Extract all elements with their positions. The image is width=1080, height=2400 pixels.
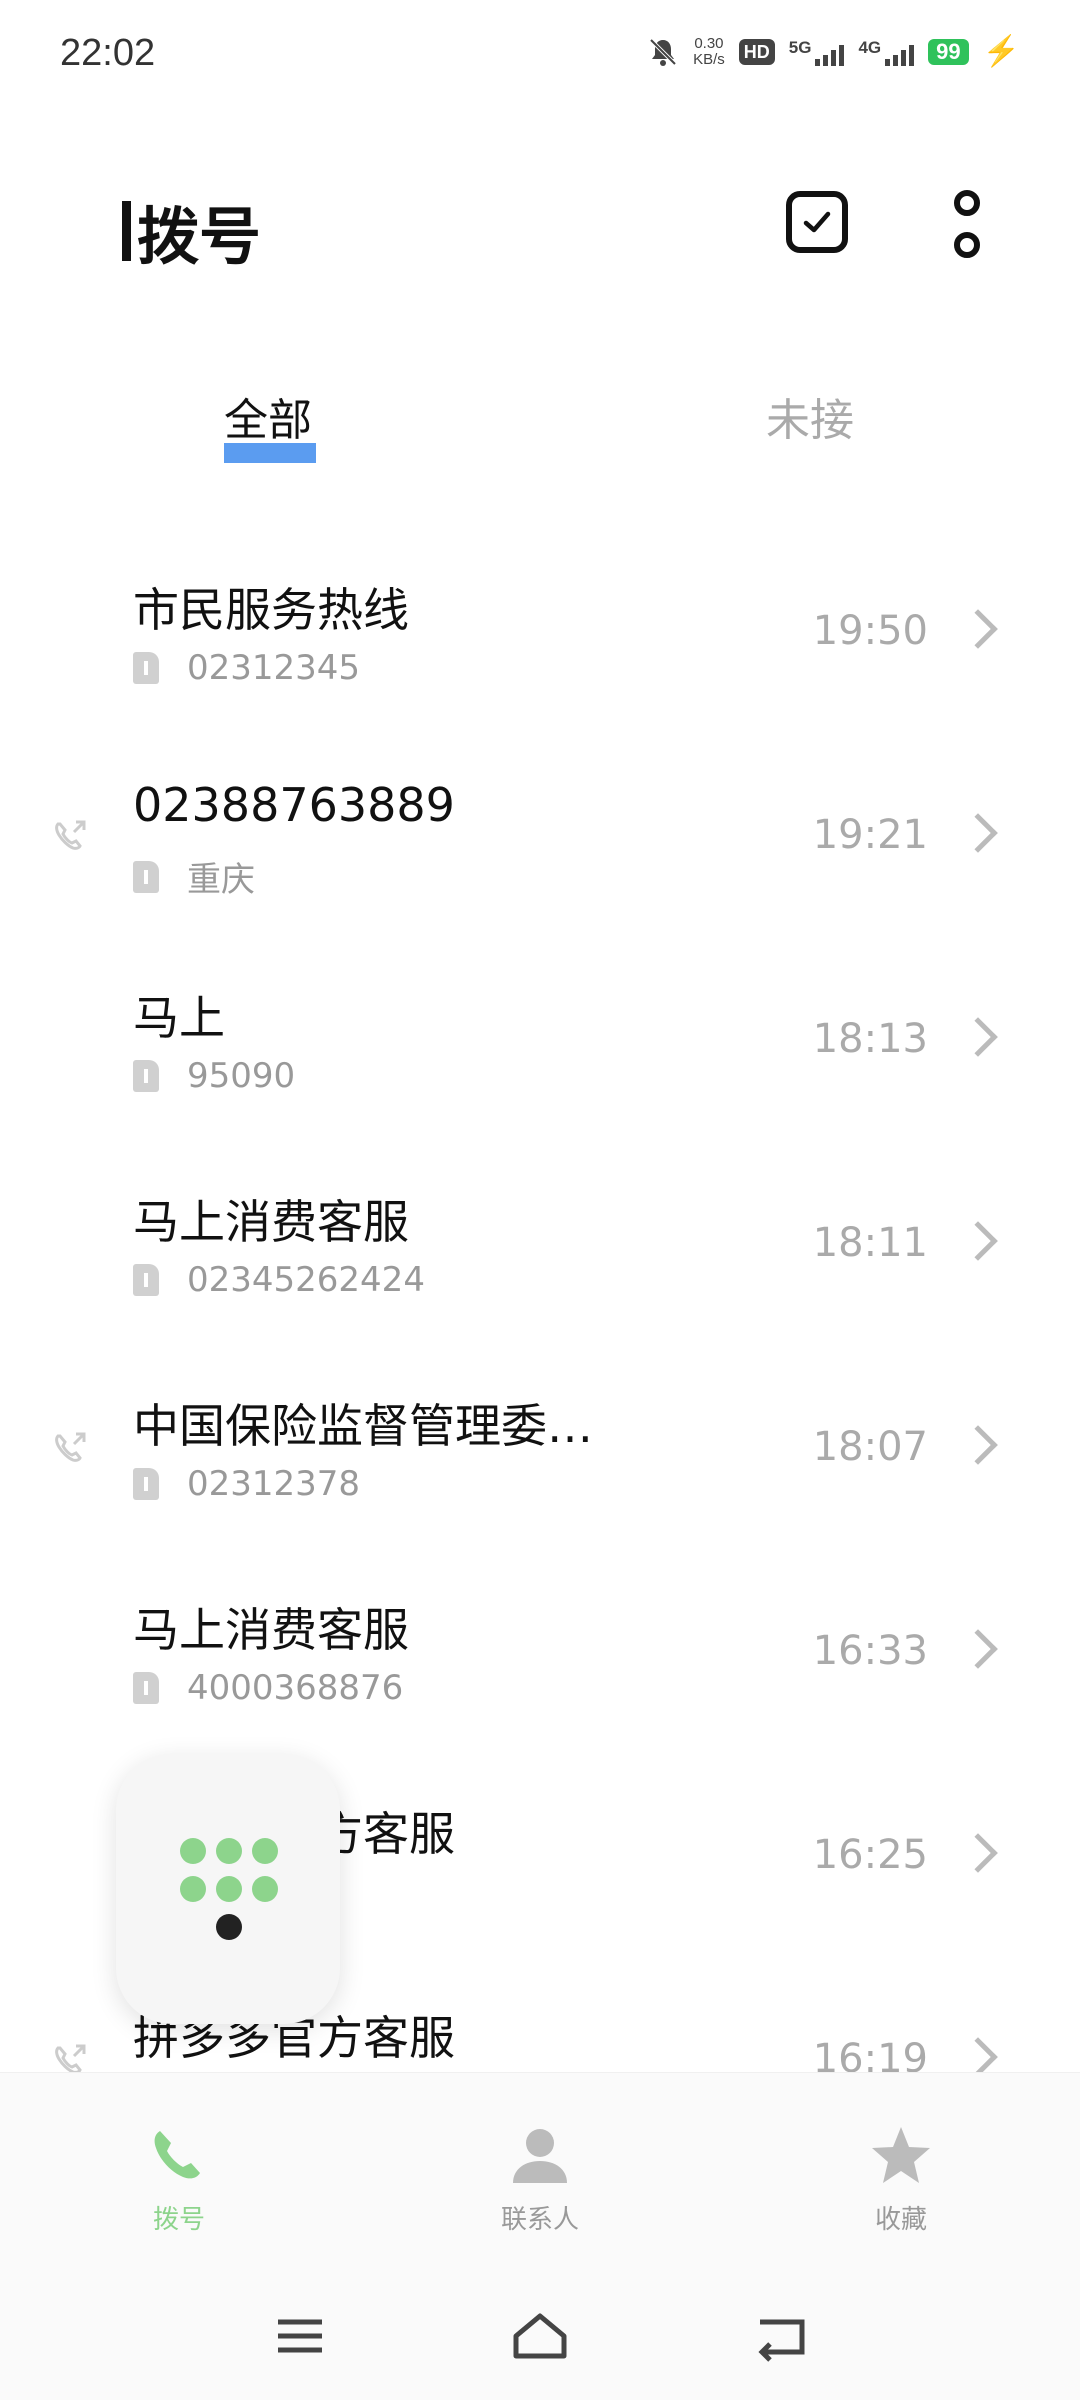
tab-all[interactable]: 全部 (224, 384, 312, 448)
dialpad-dot-icon (180, 1876, 206, 1902)
status-time: 22:02 (60, 32, 156, 74)
call-sub: 95090 (133, 1056, 295, 1096)
status-icons: 0.30 KB/s HD 5G 4G 99 ⚡ (647, 36, 1020, 68)
battery-icon: 99 (928, 39, 969, 65)
call-row[interactable]: 马上消费客服 4000368876 16:33 (0, 1540, 1080, 1744)
status-bar: 22:02 0.30 KB/s HD 5G 4G 99 ⚡ (0, 0, 1080, 110)
sim-card-icon (133, 1060, 159, 1092)
net-speed-value: 0.30 (694, 35, 724, 52)
person-icon (513, 2129, 567, 2183)
outgoing-call-icon (55, 1432, 86, 1462)
dialpad-dot-icon (216, 1838, 242, 1864)
call-sub: 02345262424 (133, 1260, 425, 1300)
dialpad-dot-icon (252, 1876, 278, 1902)
chevron-right-icon[interactable] (958, 1629, 998, 1669)
dialpad-button[interactable] (116, 1754, 340, 2024)
sim-card-icon (133, 1672, 159, 1704)
sim-card-icon (133, 1468, 159, 1500)
back-icon[interactable] (750, 2308, 810, 2364)
sim-card-icon (133, 1264, 159, 1296)
nav-label-contacts: 联系人 (500, 2205, 579, 2235)
call-row[interactable]: 市民服务热线 02312345 19:50 (0, 520, 1080, 724)
call-number: 02345262424 (187, 1260, 425, 1300)
menu-icon[interactable] (270, 2308, 330, 2364)
call-number: 4000368876 (187, 1668, 404, 1708)
net-speed-unit: KB/s (693, 51, 725, 68)
nav-item-dial[interactable]: 拨号 (99, 2123, 259, 2236)
dialpad-dot-icon (180, 1838, 206, 1864)
call-time: 16:25 (812, 1832, 928, 1878)
dialpad-dot-icon (252, 1838, 278, 1864)
signal-5g-icon: 5G (789, 39, 845, 66)
page-title-text: 拨号 (137, 200, 262, 273)
call-time: 18:11 (812, 1220, 928, 1266)
dialpad-dot-icon (216, 1914, 242, 1940)
call-time: 18:13 (812, 1016, 928, 1062)
star-icon (872, 2127, 930, 2183)
chevron-right-icon[interactable] (958, 1833, 998, 1873)
call-number: 95090 (187, 1056, 296, 1096)
chevron-right-icon[interactable] (958, 813, 998, 853)
mute-bell-icon (647, 36, 679, 68)
call-sub: 02312345 (133, 648, 360, 688)
call-time: 18:07 (812, 1424, 928, 1470)
sim-card-icon (133, 860, 159, 893)
title-cursor (122, 201, 131, 261)
dialpad-dot-icon (216, 1876, 242, 1902)
call-number: 02312378 (187, 1464, 361, 1504)
signal-4g-label: 4G (858, 37, 882, 57)
outgoing-call-icon (55, 820, 86, 850)
chevron-right-icon[interactable] (958, 1425, 998, 1465)
signal-5g-label: 5G (788, 37, 812, 57)
charging-bolt-icon: ⚡ (982, 35, 1020, 68)
nav-item-contacts[interactable]: 联系人 (460, 2123, 620, 2236)
call-name: 马上消费客服 (133, 1603, 409, 1657)
home-icon[interactable] (510, 2308, 570, 2364)
tab-indicator (224, 443, 316, 463)
net-speed: 0.30 KB/s (693, 36, 725, 68)
call-time: 16:19 (812, 2036, 928, 2072)
call-time: 19:50 (812, 608, 928, 654)
call-row[interactable]: 02388763889 重庆 19:21 (0, 724, 1080, 928)
call-row[interactable]: 马上消费客服 02345262424 18:11 (0, 1132, 1080, 1336)
page-title: 拨号 (122, 186, 261, 276)
call-row[interactable]: 马上 95090 18:13 (0, 928, 1080, 1132)
select-check-icon[interactable] (786, 191, 848, 253)
call-sub: 重庆 (133, 852, 255, 901)
call-sub: 4000368876 (133, 1668, 403, 1708)
nav-item-favorites[interactable]: 收藏 (821, 2123, 981, 2236)
call-time: 16:33 (812, 1628, 928, 1674)
call-sub: 02312378 (133, 1464, 360, 1504)
chevron-right-icon[interactable] (958, 1017, 998, 1057)
chevron-right-icon[interactable] (958, 609, 998, 649)
phone-icon (154, 2131, 200, 2179)
tab-missed[interactable]: 未接 (766, 384, 854, 448)
nav-label-favorites: 收藏 (874, 2205, 927, 2235)
sim-card-icon (133, 652, 159, 684)
call-name: 市民服务热线 (133, 583, 409, 637)
more-icon[interactable] (947, 190, 987, 258)
call-name: 马上消费客服 (133, 1195, 409, 1249)
call-number: 02312345 (187, 648, 361, 688)
signal-4g-icon: 4G (858, 37, 915, 66)
call-time: 19:21 (812, 812, 928, 858)
outgoing-call-icon (55, 2044, 86, 2072)
chevron-right-icon[interactable] (958, 1221, 998, 1261)
chevron-right-icon[interactable] (958, 2037, 998, 2072)
call-name: 02388763889 (133, 778, 455, 832)
call-row[interactable]: 中国保险监督管理委… 02312378 18:07 (0, 1336, 1080, 1540)
bottom-nav: 拨号 联系人 收藏 (0, 2072, 1080, 2272)
system-nav-bar (0, 2272, 1080, 2400)
call-name: 马上 (133, 991, 225, 1045)
hd-icon: HD (738, 39, 775, 65)
nav-label-dial: 拨号 (152, 2205, 205, 2235)
call-location: 重庆 (187, 860, 255, 900)
call-name: 中国保险监督管理委… (133, 1399, 593, 1453)
